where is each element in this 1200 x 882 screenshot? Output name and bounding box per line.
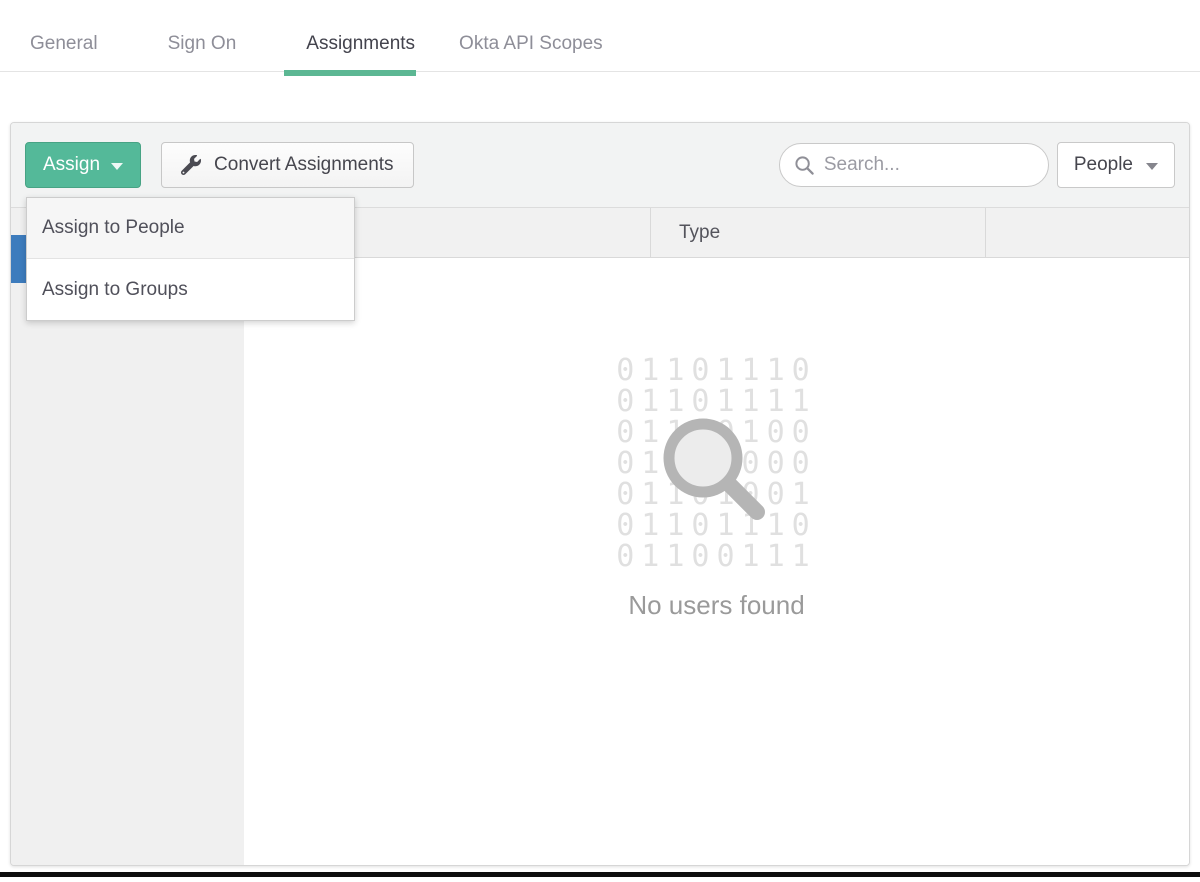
binary-line: 01101110 [616, 355, 817, 386]
menu-item-assign-to-groups[interactable]: Assign to Groups [27, 259, 354, 320]
search-input[interactable] [824, 154, 1034, 176]
table-header-cell-actions [986, 208, 1189, 257]
assign-dropdown-menu: Assign to People Assign to Groups [26, 197, 355, 321]
search-box [779, 143, 1049, 187]
assign-button[interactable]: Assign [25, 142, 141, 188]
binary-line: 01100111 [616, 541, 817, 572]
assignments-content: Type 01101110 01101111 01110100 01101000… [244, 208, 1189, 865]
assignments-panel: Assign Convert Assignments People People… [10, 122, 1190, 866]
magnifier-icon [653, 408, 773, 528]
convert-assignments-label: Convert Assignments [214, 154, 394, 176]
wrench-icon [181, 155, 201, 175]
menu-item-assign-to-people[interactable]: Assign to People [27, 198, 354, 259]
convert-assignments-button[interactable]: Convert Assignments [161, 142, 414, 188]
app-tab-bar: General Sign On Assignments Okta API Sco… [0, 0, 1200, 72]
search-filter-dropdown[interactable]: People [1057, 142, 1175, 188]
window-bottom-edge [0, 872, 1200, 877]
table-header-cell-type: Type [651, 208, 986, 257]
search-icon [794, 155, 815, 176]
tab-assignments[interactable]: Assignments [306, 32, 415, 71]
caret-down-icon [1146, 163, 1158, 170]
empty-state: 01101110 01101111 01110100 01101000 0110… [244, 258, 1189, 865]
tab-okta-api-scopes[interactable]: Okta API Scopes [459, 32, 603, 71]
search-filter-value: People [1074, 154, 1133, 176]
tab-general[interactable]: General [30, 32, 98, 71]
table-header: Type [244, 208, 1189, 258]
assignments-toolbar: Assign Convert Assignments People [11, 123, 1189, 208]
empty-state-message: No users found [628, 590, 804, 621]
tab-sign-on[interactable]: Sign On [168, 32, 237, 71]
assign-button-label: Assign [43, 154, 100, 176]
caret-down-icon [111, 163, 123, 170]
